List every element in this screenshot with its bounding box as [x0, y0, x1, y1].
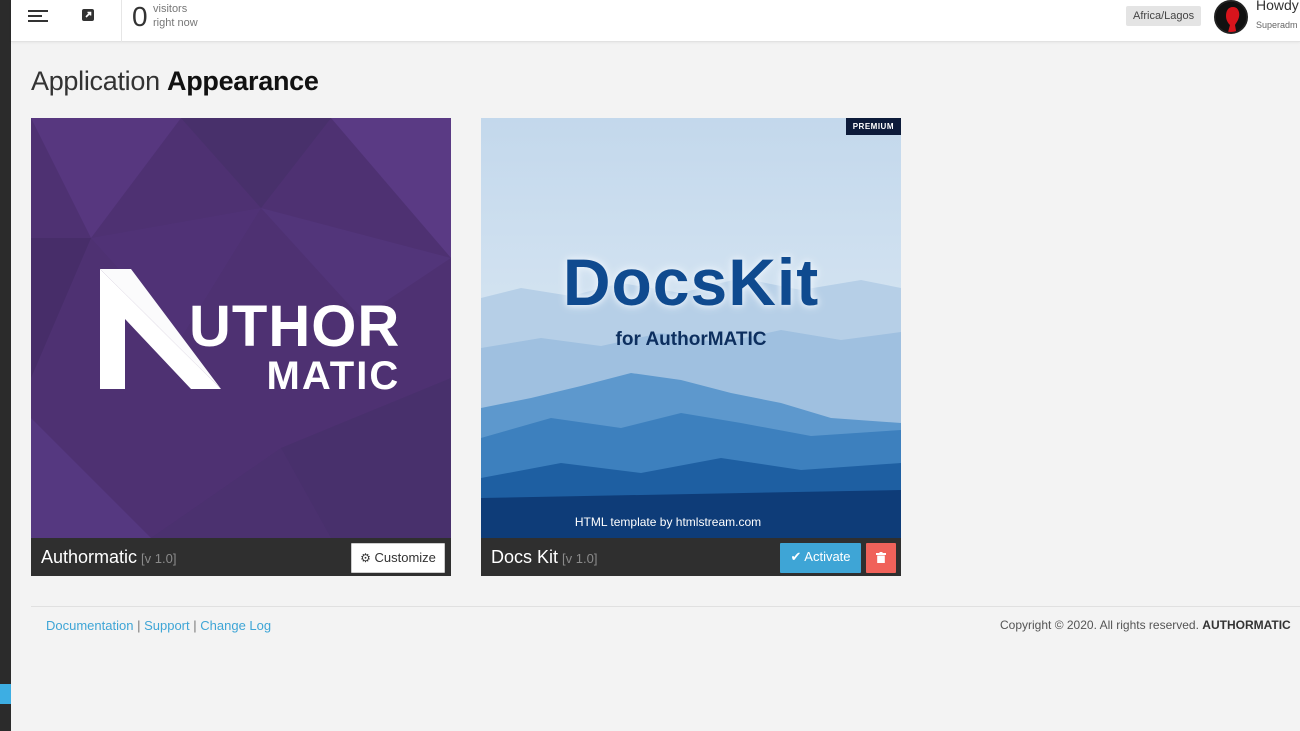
support-link[interactable]: Support [144, 618, 190, 633]
customize-label: Customize [374, 550, 436, 565]
customize-button[interactable]: ⚙ Customize [351, 543, 445, 573]
theme-name-text: Docs Kit [491, 547, 559, 567]
trash-icon [876, 552, 886, 563]
theme-card-authormatic: UTHOR MATIC Authormatic [v 1.0] ⚙ Customi… [31, 118, 451, 576]
logo-line-2: MATIC [266, 354, 401, 398]
theme-version: [v 1.0] [562, 551, 598, 566]
footer-divider [31, 606, 1300, 607]
theme-name-text: Authormatic [41, 547, 138, 567]
copyright-brand: AUTHORMATIC [1202, 618, 1291, 632]
visitor-sublabel: right now [153, 17, 198, 29]
delete-button[interactable] [866, 543, 896, 573]
changelog-link[interactable]: Change Log [200, 618, 271, 633]
user-role: Superadm [1256, 20, 1298, 30]
docskit-caption: HTML template by htmlstream.com [574, 515, 762, 529]
activate-label: Activate [804, 549, 851, 564]
theme-card-docskit: DocsKit for AuthorMATIC HTML template by… [481, 118, 901, 576]
link-separator: | [193, 618, 197, 633]
theme-version: [v 1.0] [141, 551, 177, 566]
copyright-label: Copyright © 2020. All rights reserved. [1000, 618, 1199, 632]
timezone-badge: Africa/Lagos [1126, 6, 1202, 26]
authormatic-logo-text: UTHOR MATIC [189, 294, 401, 398]
left-sidebar [0, 0, 11, 731]
theme-thumbnail-authormatic[interactable]: UTHOR MATIC [31, 118, 451, 538]
theme-thumbnail-docskit[interactable]: DocsKit for AuthorMATIC HTML template by… [481, 118, 901, 538]
activate-button[interactable]: ✔ Activate [780, 543, 861, 573]
visitor-label: visitors [153, 3, 188, 15]
page-title-bold: Appearance [167, 66, 319, 96]
page-title-light: Application [31, 66, 160, 96]
logo-line-1: UTHOR [189, 294, 401, 359]
docskit-subtitle: for AuthorMATIC [615, 329, 767, 350]
sidebar-active-marker[interactable] [0, 684, 11, 704]
top-bar: 0 visitors right now Africa/Lagos Howdy … [11, 0, 1300, 42]
theme-name: Docs Kit [v 1.0] [491, 547, 597, 568]
link-separator: | [137, 618, 141, 633]
user-avatar[interactable] [1214, 0, 1248, 34]
visitor-count: 0 [132, 1, 148, 32]
theme-name: Authormatic [v 1.0] [41, 547, 176, 568]
theme-bar-docskit: Docs Kit [v 1.0] ✔ Activate [481, 538, 901, 576]
footer-links: Documentation | Support | Change Log [46, 618, 271, 633]
external-link-icon[interactable] [81, 8, 95, 22]
documentation-link[interactable]: Documentation [46, 618, 133, 633]
topbar-divider [121, 0, 122, 42]
gear-icon: ⚙ [360, 551, 371, 565]
user-greeting[interactable]: Howdy [1256, 0, 1299, 13]
check-icon: ✔ [790, 549, 802, 564]
hamburger-menu-icon[interactable] [28, 7, 52, 27]
copyright-text: Copyright © 2020. All rights reserved. A… [1000, 618, 1291, 632]
page-title: Application Appearance [31, 66, 319, 97]
premium-badge: PREMIUM [845, 118, 901, 135]
docskit-title: DocsKit [562, 245, 820, 319]
theme-bar-authormatic: Authormatic [v 1.0] ⚙ Customize [31, 538, 451, 576]
